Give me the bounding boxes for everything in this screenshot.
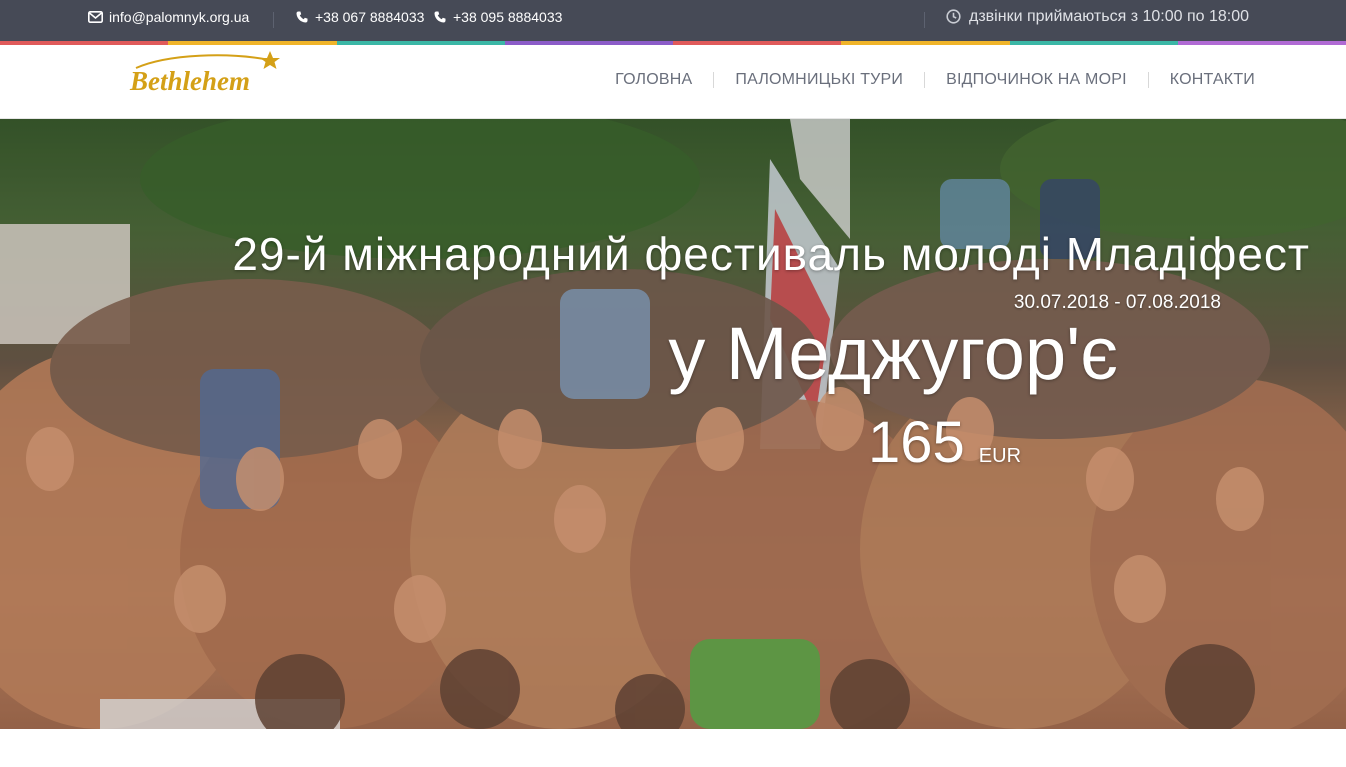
- phone-text-1: +38 067 8884033: [315, 8, 425, 25]
- divider: [924, 12, 925, 28]
- main-nav: ГОЛОВНА ПАЛОМНИЦЬКІ ТУРИ ВІДПОЧИНОК НА М…: [615, 71, 1255, 89]
- email-text: info@palomnyk.org.ua: [109, 8, 250, 25]
- price-currency: EUR: [978, 445, 1022, 467]
- envelope-icon: [88, 10, 109, 23]
- divider: [713, 72, 715, 88]
- top-contact-bar: info@palomnyk.org.ua +38 067 8884033 +38…: [0, 0, 1346, 41]
- clock-icon: [946, 9, 969, 24]
- hero-price: 165 EUR: [868, 409, 1021, 476]
- site-logo[interactable]: Bethlehem: [128, 48, 284, 104]
- divider: [924, 72, 926, 88]
- price-value: 165: [868, 410, 965, 475]
- nav-contacts[interactable]: КОНТАКТИ: [1170, 71, 1255, 89]
- divider: [273, 12, 274, 28]
- site-header: Bethlehem ГОЛОВНА ПАЛОМНИЦЬКІ ТУРИ ВІДПО…: [0, 45, 1346, 119]
- hero-banner[interactable]: 29-й міжнародний фестиваль молоді Младіф…: [0, 119, 1346, 729]
- phone-icon: [434, 11, 453, 23]
- email-link[interactable]: info@palomnyk.org.ua: [88, 0, 249, 33]
- working-hours: дзвінки приймаються з 10:00 по 18:00: [946, 0, 1249, 33]
- hero-overlay: [0, 119, 1346, 729]
- nav-pilgrim-tours[interactable]: ПАЛОМНИЦЬКІ ТУРИ: [735, 71, 903, 89]
- divider: [1147, 72, 1149, 88]
- phone-icon: [296, 11, 315, 23]
- nav-sea-holidays[interactable]: ВІДПОЧИНОК НА МОРІ: [946, 71, 1127, 89]
- phone-link-1[interactable]: +38 067 8884033: [296, 0, 424, 33]
- phone-text-2: +38 095 8884033: [453, 8, 563, 25]
- nav-home[interactable]: ГОЛОВНА: [615, 71, 692, 89]
- hero-title: 29-й міжнародний фестиваль молоді Младіф…: [232, 228, 1310, 280]
- phone-link-2[interactable]: +38 095 8884033: [434, 0, 562, 33]
- hours-text: дзвінки приймаються з 10:00 по 18:00: [969, 7, 1250, 25]
- hero-location: у Меджугор'є: [668, 312, 1118, 395]
- logo-text: Bethlehem: [129, 66, 250, 96]
